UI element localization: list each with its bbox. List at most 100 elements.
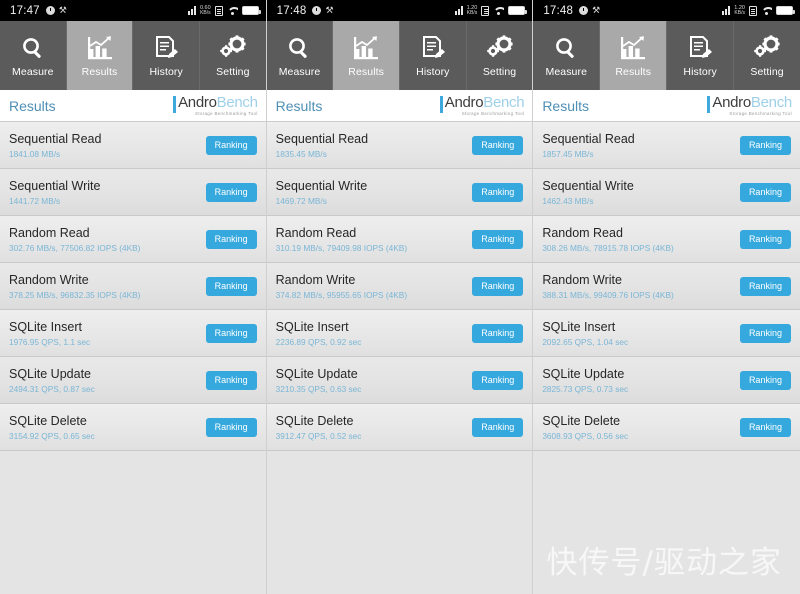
row-title: Random Write [542, 272, 622, 287]
page-title: Results [9, 97, 56, 114]
ranking-button[interactable]: Ranking [205, 229, 257, 249]
ranking-button[interactable]: Ranking [472, 135, 524, 155]
data-rate-unit: KB/s [466, 9, 478, 16]
row-value: 378.25 MB/s, 96832.35 IOPS (4KB) [9, 289, 141, 300]
table-row: SQLite Delete 3608.93 QPS, 0.56 sec Rankin… [533, 404, 800, 451]
ranking-button[interactable]: Ranking [472, 417, 524, 437]
ranking-button[interactable]: Ranking [205, 135, 257, 155]
logo-bar-icon [439, 96, 443, 114]
logo-wordmark: AndroBench [712, 95, 792, 110]
results-list: Sequential Read 1857.45 MB/s Ranking Sequen… [533, 122, 800, 451]
logo-text: AndroBench Storage Benchmarking Tool [712, 95, 792, 116]
tools-icon: ⚒ [325, 5, 334, 15]
ranking-button[interactable]: Ranking [739, 370, 791, 390]
row-texts: Sequential Read 1841.08 MB/s [9, 132, 101, 159]
ranking-button[interactable]: Ranking [739, 417, 791, 437]
page-title: Results [542, 97, 589, 114]
wifi-icon [493, 6, 504, 15]
ranking-button[interactable]: Ranking [205, 417, 257, 437]
row-title: SQLite Insert [542, 319, 616, 334]
logo-subtitle: Storage Benchmarking Tool [729, 110, 792, 116]
logo-bench-text: Bench [483, 94, 525, 112]
ranking-button[interactable]: Ranking [739, 276, 791, 296]
row-value: 310.19 MB/s, 79409.98 IOPS (4KB) [275, 242, 408, 253]
tab-label: Measure [545, 66, 588, 78]
status-left-icons: ⚒ [579, 6, 600, 15]
battery-icon [508, 6, 528, 15]
ranking-button[interactable]: Ranking [739, 182, 791, 202]
document-pencil-icon [420, 33, 446, 63]
tab-label: Results [348, 66, 385, 78]
row-texts: Sequential Read 1835.45 MB/s [276, 132, 368, 159]
tab-bar: Measure Results History Setting [533, 21, 800, 90]
tab-measure[interactable]: Measure [533, 21, 601, 90]
magnifier-icon [553, 33, 579, 63]
tab-history[interactable]: History [400, 21, 467, 90]
row-value: 3608.93 QPS, 0.56 sec [542, 430, 629, 441]
tab-label: History [416, 66, 450, 78]
tab-history[interactable]: History [667, 21, 735, 90]
data-rate-unit: KB/s [200, 9, 211, 16]
tab-label: History [149, 66, 183, 78]
row-value: 374.82 MB/s, 95955.65 IOPS (4KB) [275, 289, 408, 300]
table-row: Sequential Read 1835.45 MB/s Ranking [266, 122, 533, 169]
row-title: SQLite Insert [275, 319, 349, 334]
tab-bar: Measure Results History Setting [0, 21, 266, 90]
device-panel-3: 17:48 ⚒ 1.20 KB/s Measure Results History Setti… [533, 0, 800, 594]
tab-results[interactable]: Results [66, 21, 134, 90]
ranking-button[interactable]: Ranking [739, 323, 791, 343]
ranking-button[interactable]: Ranking [739, 135, 791, 155]
gears-icon [486, 33, 514, 63]
ranking-button[interactable]: Ranking [472, 276, 524, 296]
tab-label: Results [81, 66, 118, 78]
gears-icon [753, 33, 781, 63]
tab-setting[interactable]: Setting [200, 21, 266, 90]
row-texts: Random Read 310.19 MB/s, 79409.98 IOPS (4… [276, 226, 407, 253]
tab-measure[interactable]: Measure [266, 21, 334, 90]
table-row: Sequential Write 1469.72 MB/s Ranking [266, 169, 533, 216]
ranking-button[interactable]: Ranking [472, 323, 524, 343]
tab-results[interactable]: Results [333, 21, 400, 90]
logo-bar-icon [707, 96, 711, 114]
table-row: SQLite Insert 2236.89 QPS, 0.92 sec Rankin… [266, 310, 533, 357]
ranking-button[interactable]: Ranking [739, 229, 791, 249]
row-value: 1469.72 MB/s [275, 195, 327, 206]
ranking-button[interactable]: Ranking [205, 370, 257, 390]
ranking-button[interactable]: Ranking [472, 182, 524, 202]
tab-history[interactable]: History [133, 21, 201, 90]
table-row: Random Read 308.26 MB/s, 78915.78 IOPS (4… [533, 216, 800, 263]
row-value: 1857.45 MB/s [542, 148, 594, 159]
row-texts: Sequential Read 1857.45 MB/s [542, 132, 634, 159]
row-title: Random Read [9, 225, 90, 240]
row-title: SQLite Insert [9, 319, 82, 334]
ranking-button[interactable]: Ranking [205, 276, 257, 296]
tab-setting[interactable]: Setting [466, 21, 533, 90]
row-value: 1462.43 MB/s [542, 195, 594, 206]
row-texts: SQLite Insert 2092.65 QPS, 1.04 sec [542, 320, 628, 347]
battery-icon [775, 6, 795, 15]
logo-text: AndroBench Storage Benchmarking Tool [178, 95, 258, 116]
logo-wordmark: AndroBench [178, 95, 258, 110]
androbench-logo: AndroBench Storage Benchmarking Tool [707, 95, 792, 116]
tab-results[interactable]: Results [600, 21, 668, 90]
row-texts: SQLite Delete 3154.92 QPS, 0.65 sec [9, 414, 95, 441]
tools-icon: ⚒ [592, 5, 601, 15]
tab-setting[interactable]: Setting [734, 21, 800, 90]
ranking-button[interactable]: Ranking [205, 182, 257, 202]
ranking-button[interactable]: Ranking [205, 323, 257, 343]
logo-bench-text: Bench [216, 94, 258, 112]
wifi-icon [761, 6, 772, 15]
status-bar: 17:48 ⚒ 1.20 KB/s [533, 0, 800, 21]
row-title: SQLite Delete [9, 413, 87, 428]
ranking-button[interactable]: Ranking [472, 370, 524, 390]
status-right-icons: 0.60 KB/s [187, 5, 261, 16]
ranking-button[interactable]: Ranking [472, 229, 524, 249]
logo-andro-text: Andro [178, 94, 217, 112]
device-panel-2: 17:48 ⚒ 1.20 KB/s Measure Results History Setti… [266, 0, 534, 594]
row-value: 3154.92 QPS, 0.65 sec [9, 430, 95, 441]
status-time: 17:48 [543, 4, 574, 17]
status-left-icons: ⚒ [312, 5, 334, 15]
logo-andro-text: Andro [712, 94, 751, 112]
table-row: SQLite Update 3210.35 QPS, 0.63 sec Rankin… [266, 357, 533, 404]
tab-measure[interactable]: Measure [0, 21, 67, 90]
